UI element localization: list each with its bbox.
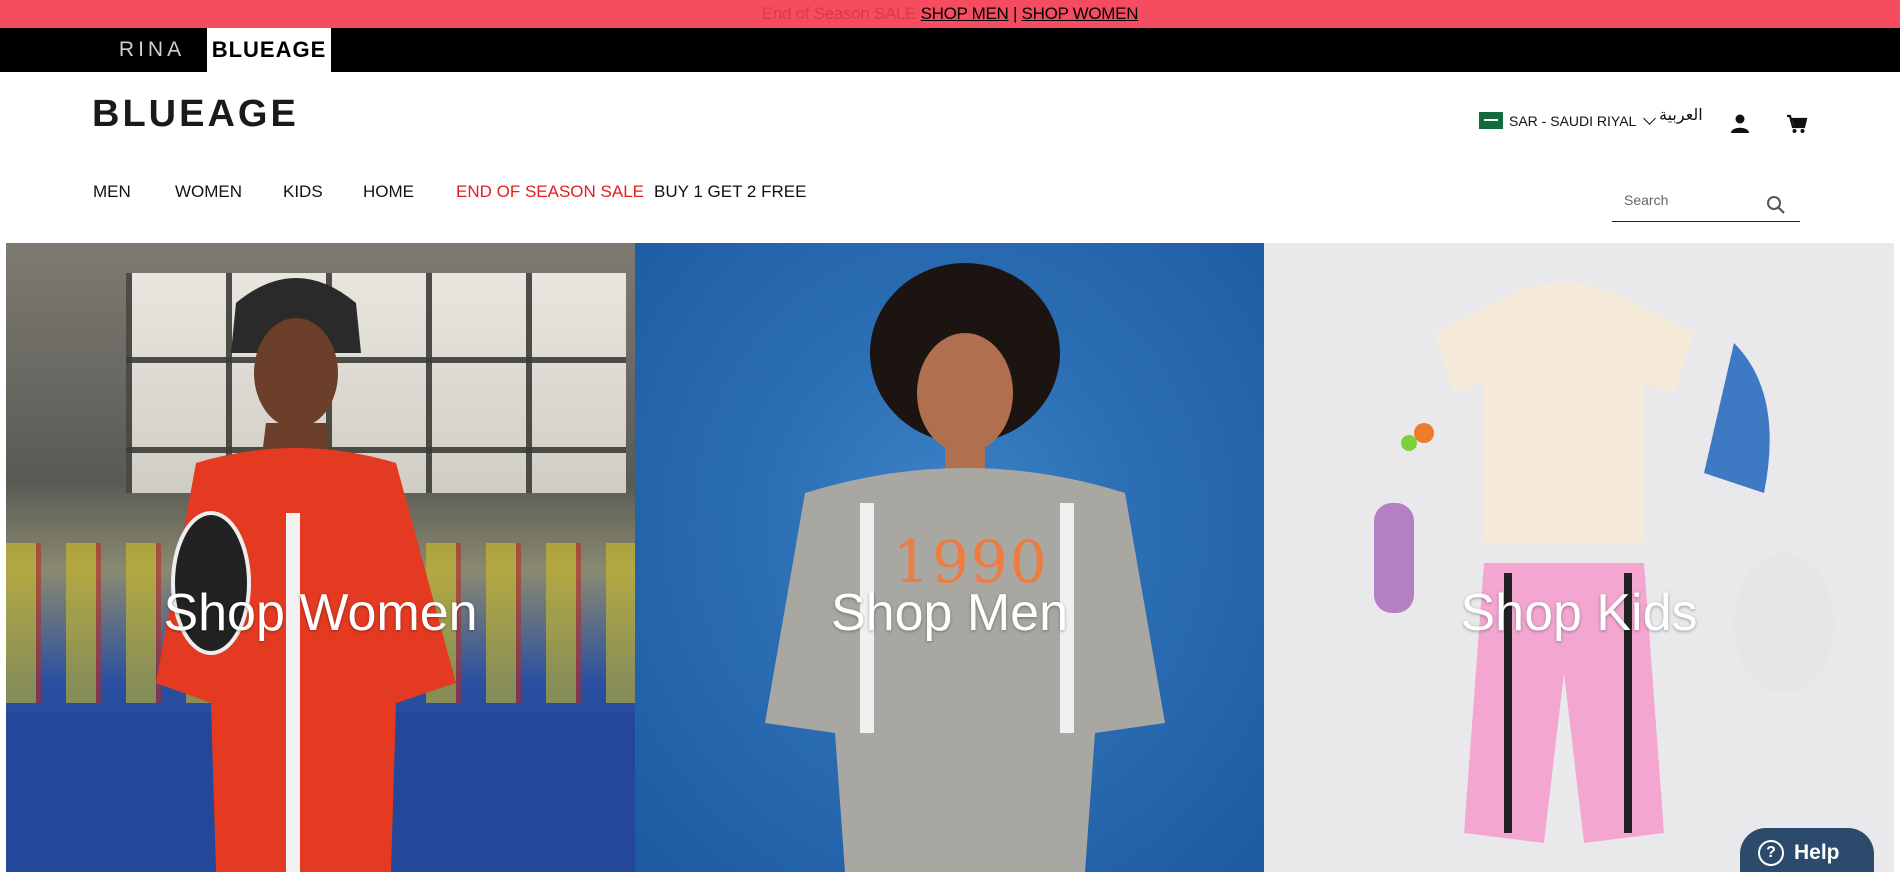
brand-switcher: RINA BLUEAGE bbox=[0, 28, 1900, 72]
shop-women-panel[interactable]: Shop Women bbox=[6, 243, 635, 872]
shop-kids-panel[interactable]: Shop Kids bbox=[1264, 243, 1894, 872]
language-switch[interactable]: العربية bbox=[1659, 105, 1703, 125]
search-input[interactable] bbox=[1612, 185, 1762, 215]
saudi-flag-icon bbox=[1479, 112, 1503, 129]
promo-text: End of Season SALE bbox=[761, 4, 917, 23]
brand-tab-rina[interactable]: RINA bbox=[97, 28, 207, 72]
nav-item-women[interactable]: WOMEN bbox=[175, 182, 242, 202]
panel-title-men: Shop Men bbox=[830, 584, 1069, 642]
promo-bar: End of Season SALE SHOP MEN | SHOP WOMEN bbox=[0, 0, 1900, 28]
promo-separator: | bbox=[1012, 4, 1018, 23]
nav-item-sale[interactable]: END OF SEASON SALE bbox=[456, 182, 644, 202]
model-woman-image bbox=[156, 278, 456, 872]
search-box bbox=[1612, 185, 1800, 222]
nav-item-men[interactable]: MEN bbox=[93, 182, 131, 202]
nav-item-kids[interactable]: KIDS bbox=[283, 182, 323, 202]
site-logo[interactable]: BLUEAGE bbox=[92, 93, 299, 136]
help-label: Help bbox=[1794, 841, 1840, 864]
user-icon[interactable] bbox=[1730, 113, 1750, 133]
currency-label: SAR - SAUDI RIYAL bbox=[1509, 112, 1637, 129]
kids-clothes-image bbox=[1374, 283, 1834, 843]
nav-item-buy1get2[interactable]: BUY 1 GET 2 FREE bbox=[654, 182, 806, 202]
panel-title-women: Shop Women bbox=[163, 584, 478, 642]
search-icon[interactable] bbox=[1766, 195, 1786, 215]
question-icon: ? bbox=[1758, 840, 1784, 866]
shop-men-panel[interactable]: 1990 Shop Men bbox=[635, 243, 1264, 872]
cart-icon[interactable] bbox=[1786, 114, 1808, 134]
shop-women-link[interactable]: SHOP WOMEN bbox=[1022, 4, 1139, 23]
brand-tab-blueage[interactable]: BLUEAGE bbox=[207, 28, 331, 72]
panel-title-kids: Shop Kids bbox=[1460, 584, 1698, 642]
currency-selector[interactable]: SAR - SAUDI RIYAL bbox=[1479, 111, 1657, 129]
nav-item-home[interactable]: HOME bbox=[363, 182, 414, 202]
shop-men-link[interactable]: SHOP MEN bbox=[921, 4, 1009, 23]
chevron-down-icon bbox=[1643, 111, 1657, 125]
help-button[interactable]: ? Help bbox=[1740, 828, 1874, 872]
hero-panels: Shop Women 1990 Shop Men Shop Kids bbox=[6, 243, 1894, 872]
